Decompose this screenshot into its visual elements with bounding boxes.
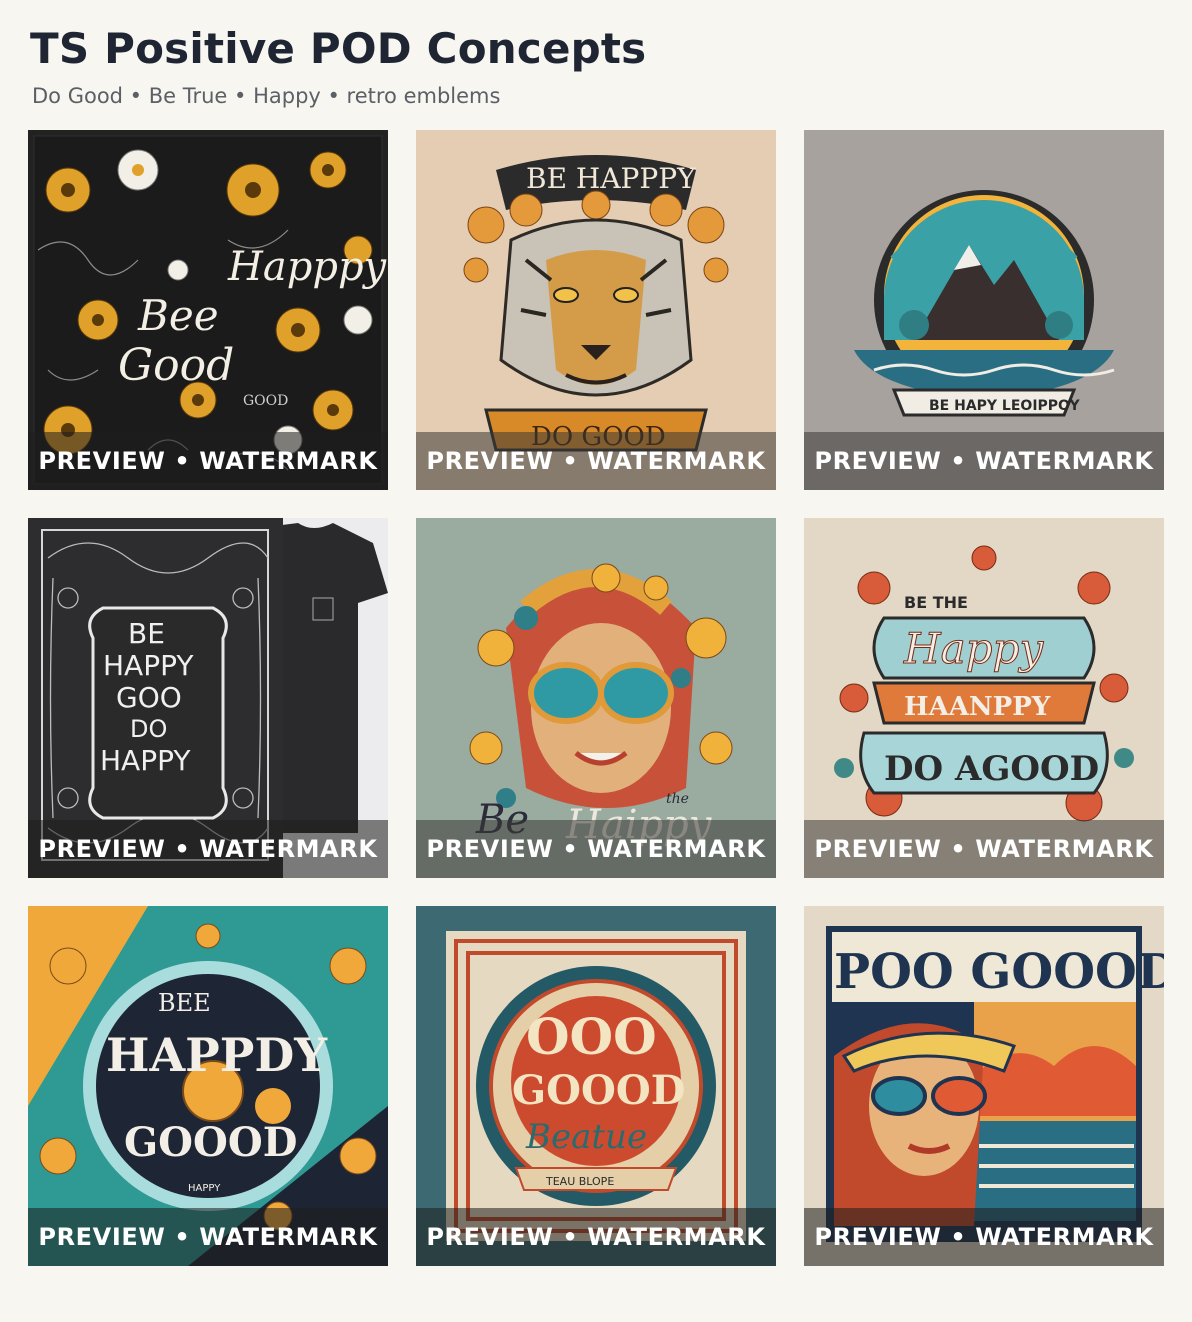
preview-watermark: PREVIEW • WATERMARK — [416, 432, 776, 490]
art-word-happy-2: HAPPY — [100, 744, 191, 777]
art-word-good-small: GOOD — [243, 393, 288, 409]
concept-card[interactable]: BE HAPY LEOIPPOY PREVIEW • WATERMARK — [804, 130, 1164, 490]
concept-card[interactable]: Happpy Bee Good GOOD PREVIEW • WATERMARK — [28, 130, 388, 490]
art-word-bee: Bee — [137, 291, 219, 340]
art-word-be-happpy: BE HAPPPY — [526, 162, 696, 195]
art-word-be-the: BE THE — [904, 593, 968, 612]
art-word-happpy: Happpy — [227, 244, 388, 290]
preview-watermark: PREVIEW • WATERMARK — [28, 1208, 388, 1266]
concept-card[interactable]: Be Haippy the PREVIEW • WATERMARK — [416, 518, 776, 878]
page-title: TS Positive POD Concepts — [30, 24, 647, 73]
preview-watermark: PREVIEW • WATERMARK — [28, 820, 388, 878]
art-word-goood: GOOOD — [512, 1067, 685, 1114]
preview-watermark: PREVIEW • WATERMARK — [416, 820, 776, 878]
art-word-beatue: Beatue — [525, 1117, 647, 1157]
art-word-be: BE — [128, 617, 165, 650]
art-word-happy-small: HAPPY — [188, 1183, 221, 1194]
concept-card[interactable]: BE HAPPY GOO DO HAPPY PREVIEW • WATERMAR… — [28, 518, 388, 878]
concept-card[interactable]: OOO GOOOD Beatue TEAU BLOPE PREVIEW • WA… — [416, 906, 776, 1266]
concept-card[interactable]: POO GOOOD PREVIEW • WATERMARK — [804, 906, 1164, 1266]
art-word-do-agood: DO AGOOD — [884, 749, 1099, 789]
art-word-poo-goood: POO GOOOD — [834, 944, 1164, 1000]
preview-watermark: PREVIEW • WATERMARK — [28, 432, 388, 490]
art-word-banner: BE HAPY LEOIPPOY — [929, 398, 1080, 414]
preview-watermark: PREVIEW • WATERMARK — [416, 1208, 776, 1266]
concept-card[interactable]: BE THE Happy HAANPPY DO AGOOD PREVIEW • … — [804, 518, 1164, 878]
art-word-goo: GOO — [116, 681, 182, 714]
art-word-happdy: HAPPDY — [106, 1028, 328, 1082]
art-word-good: Good — [118, 340, 234, 391]
art-word-banner: TEAU BLOPE — [545, 1175, 614, 1188]
art-word-bee: BEE — [158, 989, 211, 1017]
art-word-happy: HAPPY — [103, 649, 194, 682]
art-word-ooo: OOO — [526, 1007, 657, 1066]
art-word-the: the — [666, 791, 689, 807]
art-word-happy: Happy — [903, 624, 1044, 673]
art-word-haanppy: HAANPPY — [904, 692, 1051, 722]
art-word-do: DO — [130, 715, 167, 743]
preview-watermark: PREVIEW • WATERMARK — [804, 820, 1164, 878]
preview-watermark: PREVIEW • WATERMARK — [804, 432, 1164, 490]
concept-card[interactable]: BEE HAPPDY GOOOD HAPPY PREVIEW • WATERMA… — [28, 906, 388, 1266]
preview-watermark: PREVIEW • WATERMARK — [804, 1208, 1164, 1266]
art-word-goood: GOOOD — [124, 1119, 297, 1166]
concept-card[interactable]: BE HAPPPY DO GOOD PREVIEW • WATERMARK — [416, 130, 776, 490]
page-subtitle: Do Good • Be True • Happy • retro emblem… — [32, 84, 501, 108]
